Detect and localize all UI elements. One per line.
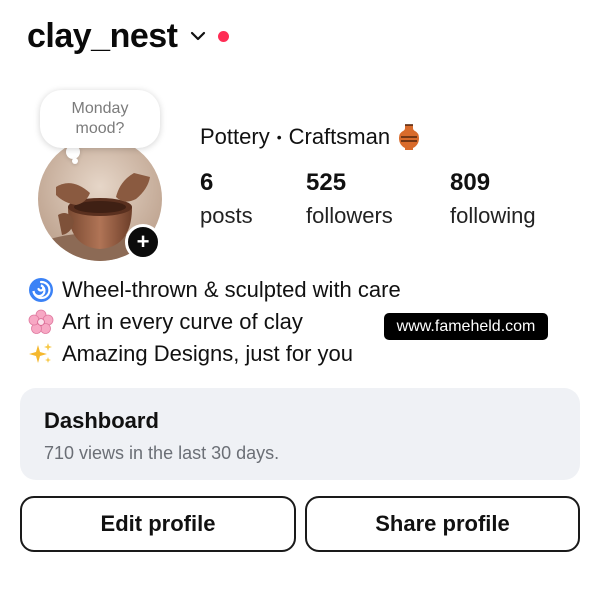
note-tail-small [72,158,78,164]
bio-line: Amazing Designs, just for you [28,338,401,370]
stat-posts[interactable]: 6 posts [200,168,253,230]
note-bubble[interactable]: Monday mood? [40,90,160,148]
stat-following[interactable]: 809 following [450,168,536,230]
followers-count: 525 [306,169,347,196]
bio-line: Art in every curve of clay [28,306,401,338]
category-separator: • [276,129,282,145]
posts-count: 6 [200,169,214,196]
professional-dashboard[interactable]: Dashboard 710 views in the last 30 days. [20,388,580,480]
following-label: following [450,203,536,228]
chevron-down-icon[interactable] [190,28,206,44]
profile-category: Pottery • Craftsman [200,122,420,152]
stat-followers[interactable]: 525 followers [306,168,393,230]
bio-text: Wheel-thrown & sculpted with care [62,277,401,302]
followers-label: followers [306,203,393,228]
bio-text: Amazing Designs, just for you [62,341,354,366]
category-secondary: Craftsman [288,124,391,149]
note-text-line2: mood? [75,120,125,137]
dashboard-title: Dashboard [44,408,159,433]
cyclone-icon [28,277,54,303]
bio-text: Art in every curve of clay [62,309,303,334]
amphora-icon [398,123,420,151]
sparkles-icon [28,341,54,367]
category-primary: Pottery [200,124,270,149]
note-text-line1: Monday [71,100,129,117]
cherry-blossom-icon [28,309,54,335]
posts-label: posts [200,203,253,228]
plus-icon: + [136,229,150,254]
watermark-badge: www.fameheld.com [384,313,548,340]
account-switcher-username[interactable]: clay_nest [27,17,178,56]
following-count: 809 [450,169,491,196]
bio-line: Wheel-thrown & sculpted with care [28,274,401,306]
edit-profile-button[interactable]: Edit profile [20,496,296,552]
profile-header: clay_nest [27,14,229,58]
dashboard-subtitle: 710 views in the last 30 days. [44,443,280,463]
share-profile-button[interactable]: Share profile [305,496,580,552]
notification-dot [217,30,229,42]
add-story-button[interactable]: + [125,224,161,260]
bio: Wheel-thrown & sculpted with care Art in… [28,274,401,370]
